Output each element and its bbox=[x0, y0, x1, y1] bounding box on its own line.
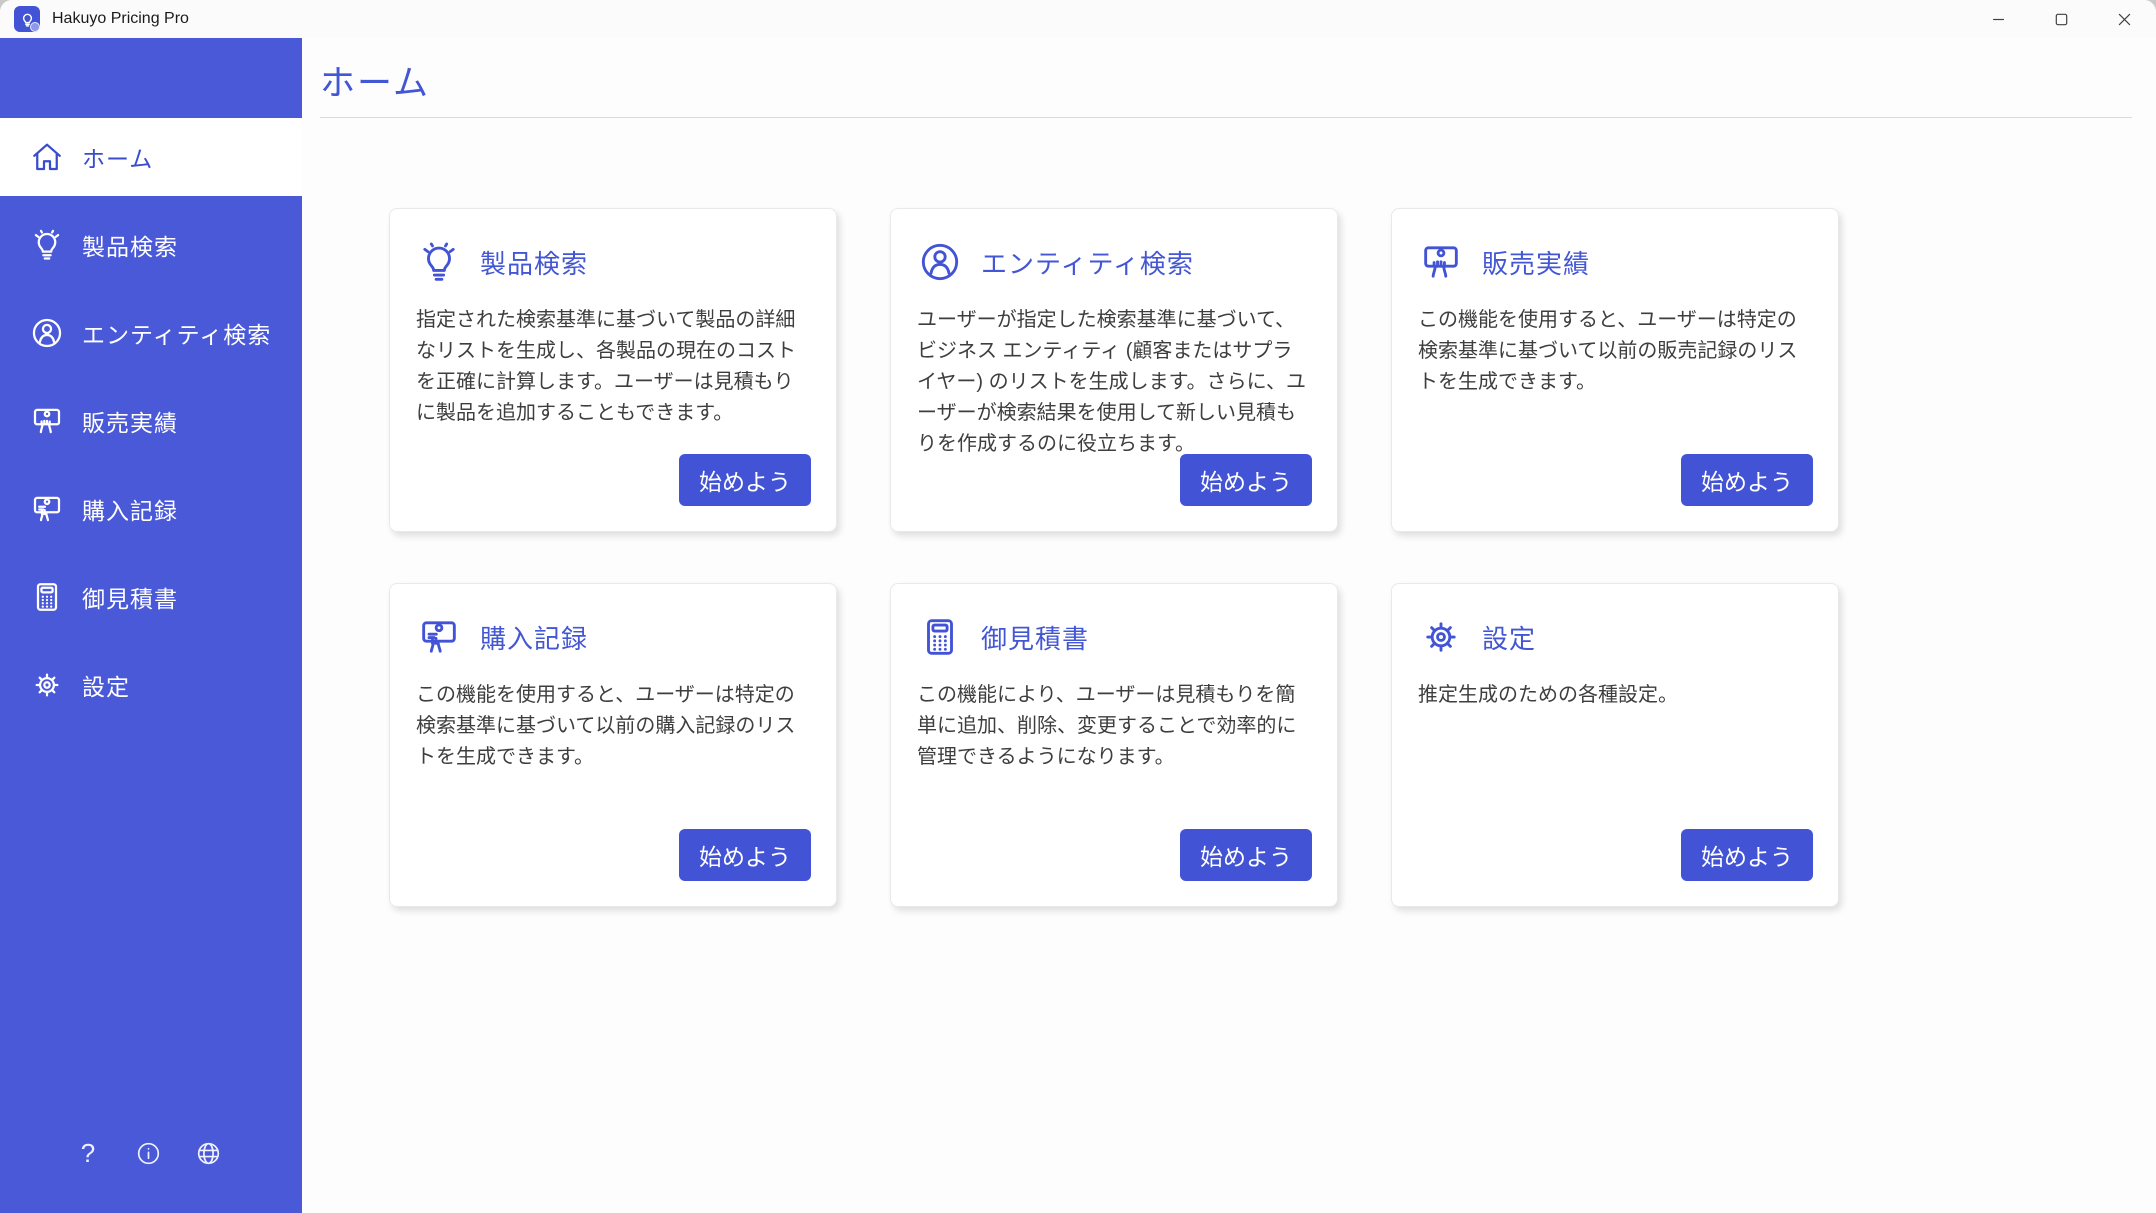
close-icon bbox=[2118, 13, 2131, 26]
sidebar-item-label: 販売実績 bbox=[82, 404, 178, 438]
sidebar-item-label: エンティティ検索 bbox=[82, 316, 271, 350]
start-button-product-search[interactable]: 始めよう bbox=[679, 454, 811, 506]
sidebar-item-label: 購入記録 bbox=[82, 492, 178, 526]
sidebar-nav: ホーム 製品検索 エンティティ検索 販売実績 購入記録 御見積書 設定 bbox=[0, 118, 302, 734]
titlebar-left: Hakuyo Pricing Pro bbox=[0, 6, 189, 32]
app-body: ホーム 製品検索 エンティティ検索 販売実績 購入記録 御見積書 設定 ? ホー… bbox=[0, 38, 2156, 1213]
card-title: 御見積書 bbox=[981, 619, 1089, 656]
sidebar-item-purchase-records[interactable]: 購入記録 bbox=[0, 470, 302, 548]
card-description: ユーザーが指定した検索基準に基づいて、ビジネス エンティティ (顧客またはサプラ… bbox=[917, 305, 1311, 460]
feature-cards-grid: 製品検索 指定された検索基準に基づいて製品の詳細なリストを生成し、各製品の現在の… bbox=[389, 208, 2132, 907]
sidebar-header-spacer bbox=[0, 38, 302, 118]
feature-card-sales-records: 販売実績 この機能を使用すると、ユーザーは特定の検索基準に基づいて以前の販売記録… bbox=[1391, 208, 1839, 532]
badge-hand-sales-icon bbox=[1418, 239, 1464, 285]
main-content: ホーム 製品検索 指定された検索基準に基づいて製品の詳細なリストを生成し、各製品… bbox=[302, 38, 2156, 1213]
home-icon bbox=[28, 138, 66, 176]
badge-hand-sales-icon bbox=[28, 402, 66, 440]
card-title: エンティティ検索 bbox=[981, 244, 1194, 281]
header-divider bbox=[320, 117, 2132, 118]
start-button-settings[interactable]: 始めよう bbox=[1681, 829, 1813, 881]
person-circle-icon bbox=[28, 314, 66, 352]
info-icon bbox=[135, 1140, 162, 1167]
maximize-button[interactable] bbox=[2030, 0, 2093, 38]
start-button-entity-search[interactable]: 始めよう bbox=[1180, 454, 1312, 506]
start-button-sales-records[interactable]: 始めよう bbox=[1681, 454, 1813, 506]
feature-card-settings: 設定 推定生成のための各種設定。 始めよう bbox=[1391, 583, 1839, 907]
minimize-button[interactable] bbox=[1967, 0, 2030, 38]
badge-hand-purchase-icon bbox=[416, 614, 462, 660]
sidebar: ホーム 製品検索 エンティティ検索 販売実績 購入記録 御見積書 設定 ? bbox=[0, 38, 302, 1213]
page-title: ホーム bbox=[320, 55, 2132, 106]
person-circle-icon bbox=[917, 239, 963, 285]
sidebar-item-label: 御見積書 bbox=[82, 580, 178, 614]
lightbulb-icon bbox=[28, 226, 66, 264]
minimize-icon bbox=[1992, 13, 2005, 26]
calculator-icon bbox=[917, 614, 963, 660]
info-button[interactable] bbox=[134, 1139, 162, 1167]
gear-icon bbox=[1418, 614, 1464, 660]
card-description: この機能により、ユーザーは見積もりを簡単に追加、削除、変更することで効率的に管理… bbox=[917, 680, 1311, 773]
feature-card-product-search: 製品検索 指定された検索基準に基づいて製品の詳細なリストを生成し、各製品の現在の… bbox=[389, 208, 837, 532]
card-title: 購入記録 bbox=[480, 619, 588, 656]
sidebar-item-label: 設定 bbox=[82, 668, 130, 702]
close-button[interactable] bbox=[2093, 0, 2156, 38]
lightbulb-icon bbox=[416, 239, 462, 285]
card-title: 設定 bbox=[1482, 619, 1536, 656]
start-button-quotes[interactable]: 始めよう bbox=[1180, 829, 1312, 881]
start-button-purchase-records[interactable]: 始めよう bbox=[679, 829, 811, 881]
help-icon: ? bbox=[81, 1140, 95, 1166]
app-logo-lightbulb-icon bbox=[14, 6, 40, 32]
card-description: 推定生成のための各種設定。 bbox=[1418, 680, 1812, 711]
window-controls bbox=[1967, 0, 2156, 38]
card-description: 指定された検索基準に基づいて製品の詳細なリストを生成し、各製品の現在のコストを正… bbox=[416, 305, 810, 429]
feature-card-purchase-records: 購入記録 この機能を使用すると、ユーザーは特定の検索基準に基づいて以前の購入記録… bbox=[389, 583, 837, 907]
app-logo-badge-icon bbox=[30, 22, 40, 32]
sidebar-item-label: ホーム bbox=[82, 140, 153, 174]
sidebar-item-label: 製品検索 bbox=[82, 228, 178, 262]
help-button[interactable]: ? bbox=[74, 1139, 102, 1167]
sidebar-footer: ? bbox=[0, 1139, 302, 1213]
window-title: Hakuyo Pricing Pro bbox=[52, 10, 189, 28]
sidebar-item-settings[interactable]: 設定 bbox=[0, 646, 302, 724]
card-description: この機能を使用すると、ユーザーは特定の検索基準に基づいて以前の販売記録のリストを… bbox=[1418, 305, 1812, 398]
globe-icon bbox=[195, 1140, 222, 1167]
gear-icon bbox=[28, 666, 66, 704]
sidebar-item-entity-search[interactable]: エンティティ検索 bbox=[0, 294, 302, 372]
card-title: 製品検索 bbox=[480, 244, 588, 281]
sidebar-item-home[interactable]: ホーム bbox=[0, 118, 302, 196]
maximize-icon bbox=[2055, 13, 2068, 26]
language-button[interactable] bbox=[194, 1139, 222, 1167]
titlebar: Hakuyo Pricing Pro bbox=[0, 0, 2156, 38]
sidebar-item-sales-records[interactable]: 販売実績 bbox=[0, 382, 302, 460]
card-description: この機能を使用すると、ユーザーは特定の検索基準に基づいて以前の購入記録のリストを… bbox=[416, 680, 810, 773]
app-window: Hakuyo Pricing Pro ホーム 製品検索 エンティティ検索 販売実… bbox=[0, 0, 2156, 1213]
feature-card-quotes: 御見積書 この機能により、ユーザーは見積もりを簡単に追加、削除、変更することで効… bbox=[890, 583, 1338, 907]
card-title: 販売実績 bbox=[1482, 244, 1590, 281]
calculator-icon bbox=[28, 578, 66, 616]
sidebar-item-product-search[interactable]: 製品検索 bbox=[0, 206, 302, 284]
badge-hand-purchase-icon bbox=[28, 490, 66, 528]
sidebar-item-quotes[interactable]: 御見積書 bbox=[0, 558, 302, 636]
feature-card-entity-search: エンティティ検索 ユーザーが指定した検索基準に基づいて、ビジネス エンティティ … bbox=[890, 208, 1338, 532]
